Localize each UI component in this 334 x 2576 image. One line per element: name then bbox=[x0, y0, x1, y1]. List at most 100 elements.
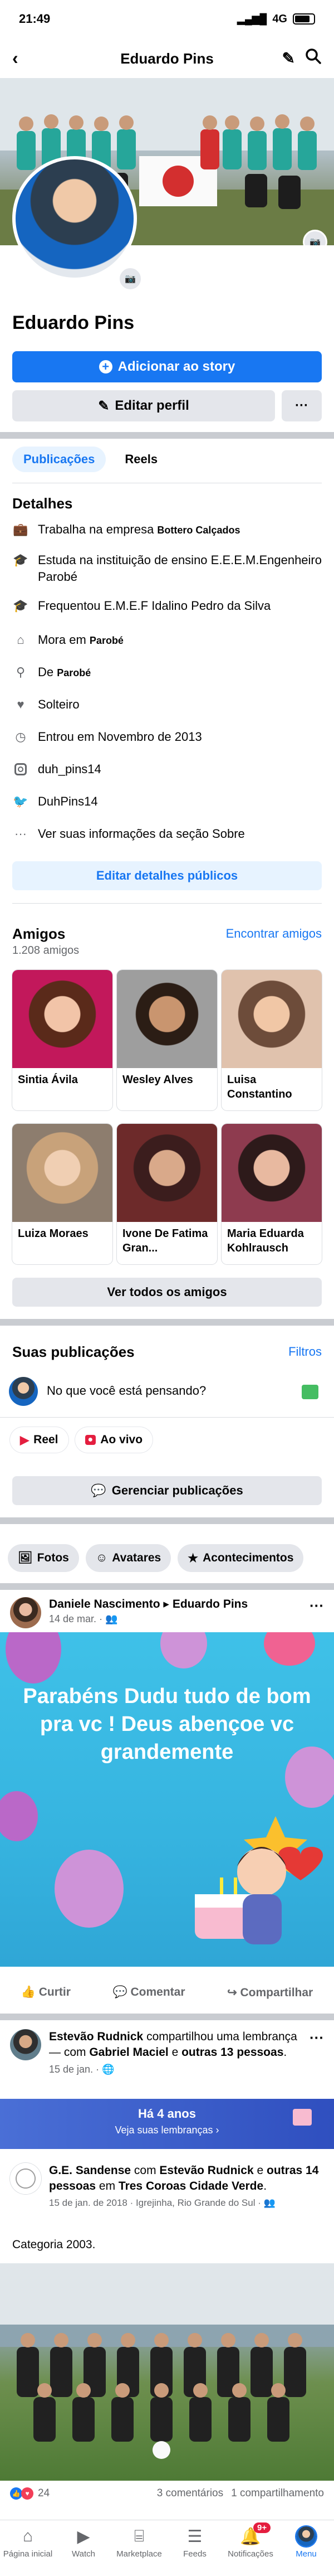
section-divider bbox=[0, 1517, 334, 1524]
status-bar: 21:49 ▂▄▆█ 4G bbox=[0, 0, 334, 38]
like-button[interactable]: 👍 Curtir bbox=[21, 1986, 71, 1999]
comment-button[interactable]: 💬 Comentar bbox=[113, 1986, 185, 1999]
photo-icon: 🖼 bbox=[18, 1551, 33, 1564]
graduation-cap-icon: 🎓 bbox=[13, 599, 28, 613]
chevron-left-icon[interactable]: ‹ bbox=[12, 49, 18, 67]
friend-photo bbox=[222, 970, 322, 1068]
find-friends-link[interactable]: Encontrar amigos bbox=[226, 926, 322, 941]
profile-tabs: Publicações Reels bbox=[12, 446, 169, 473]
friends-privacy-icon: · 👥 bbox=[99, 1613, 118, 1624]
reel-icon: ▶ bbox=[20, 1433, 30, 1447]
tab-reels[interactable]: Reels bbox=[114, 447, 169, 472]
more-options-button[interactable]: ··· bbox=[282, 390, 322, 421]
heart-icon: ♥ bbox=[17, 697, 24, 711]
pencil-icon: ✎ bbox=[98, 398, 110, 414]
post-header: Estevão Rudnick compartilhou uma lembran… bbox=[10, 2029, 324, 2077]
manage-posts-button[interactable]: 💬 Gerenciar publicações bbox=[12, 1476, 322, 1505]
friend-card[interactable]: Sintia Ávila bbox=[12, 970, 112, 1110]
love-reaction-icon: ♥ bbox=[21, 2487, 33, 2500]
composer-input[interactable]: No que você está pensando? bbox=[47, 1384, 206, 1398]
nav-notifications[interactable]: 🔔 9+ Notificações bbox=[225, 2522, 276, 2559]
composer-separator bbox=[0, 1417, 334, 1418]
detail-row-joined: ◷ Entrou em Novembro de 2013 bbox=[12, 729, 324, 745]
location-pin-icon: ⚲ bbox=[16, 665, 26, 679]
page-logo-avatar[interactable] bbox=[10, 2163, 41, 2194]
composer-avatar bbox=[9, 1377, 38, 1406]
photo-icon[interactable] bbox=[302, 1385, 318, 1399]
engagement-counts[interactable]: 3 comentários 1 compartilhamento bbox=[157, 2487, 324, 2500]
message-icon: 💬 bbox=[91, 1483, 106, 1497]
friend-card[interactable]: Wesley Alves bbox=[117, 970, 217, 1110]
comments-count: 3 comentários bbox=[156, 2487, 224, 2499]
post-time: 15 de jan. bbox=[49, 2064, 94, 2075]
profile-name: Eduardo Pins bbox=[12, 312, 135, 333]
nav-home[interactable]: ⌂ Página inicial bbox=[3, 2526, 53, 2559]
nav-marketplace[interactable]: ⌸ Marketplace bbox=[114, 2526, 164, 2559]
friend-card[interactable]: Maria Eduarda Kohlrausch bbox=[222, 1124, 322, 1264]
search-icon[interactable] bbox=[305, 48, 322, 69]
shared-author[interactable]: G.E. Sandense bbox=[49, 2164, 131, 2177]
profile-avatar[interactable] bbox=[12, 156, 137, 281]
post-image-text: Parabéns Dudu tudo de bom pra vc ! Deus … bbox=[23, 1685, 311, 1764]
menu-avatar-icon bbox=[296, 2526, 316, 2547]
nav-watch[interactable]: ▶ Watch bbox=[58, 2526, 109, 2559]
details-title: Detalhes bbox=[12, 495, 73, 512]
home-icon: ⌂ bbox=[17, 633, 24, 647]
section-divider bbox=[0, 1319, 334, 1326]
pencil-icon[interactable]: ✎ bbox=[282, 49, 295, 67]
battery-icon bbox=[293, 13, 315, 25]
reel-button[interactable]: ▶ Reel bbox=[10, 1427, 68, 1453]
globe-icon: · 🌐 bbox=[93, 2064, 115, 2075]
edit-profile-button[interactable]: ✎ Editar perfil bbox=[12, 390, 275, 421]
nav-feeds[interactable]: ☰ Feeds bbox=[170, 2526, 220, 2559]
chip-acontecimentos[interactable]: ★ Acontecimentos bbox=[178, 1544, 304, 1572]
ellipsis-icon: ··· bbox=[295, 398, 308, 413]
friend-card[interactable]: Luiza Moraes bbox=[12, 1124, 112, 1264]
post-more-icon[interactable]: ··· bbox=[310, 1597, 324, 1614]
friends-title: Amigos bbox=[12, 925, 66, 942]
detail-row-from: ⚲ De Parobé bbox=[12, 664, 324, 681]
post-author[interactable]: Daniele Nascimento bbox=[49, 1598, 160, 1610]
chip-fotos[interactable]: 🖼 Fotos bbox=[8, 1544, 79, 1572]
reactions-summary[interactable]: 👍 ♥ 24 bbox=[10, 2487, 50, 2500]
section-separator bbox=[12, 903, 322, 904]
nav-menu[interactable]: Menu bbox=[281, 2526, 331, 2559]
feeds-icon: ☰ bbox=[187, 2527, 203, 2546]
team-photo[interactable] bbox=[0, 2263, 334, 2481]
friend-photo bbox=[12, 970, 112, 1068]
network-label: 4G bbox=[272, 12, 287, 25]
filters-link[interactable]: Filtros bbox=[288, 1345, 322, 1359]
detail-row-about[interactable]: ··· Ver suas informações da seção Sobre bbox=[12, 826, 324, 842]
detail-row-lives: ⌂ Mora em Parobé bbox=[12, 632, 324, 649]
detail-row-instagram[interactable]: duh_pins14 bbox=[12, 761, 324, 778]
header-title: Eduardo Pins bbox=[120, 50, 214, 67]
edit-public-details-button[interactable]: Editar detalhes públicos bbox=[12, 861, 322, 890]
status-time: 21:49 bbox=[19, 12, 51, 26]
memory-thumbnail bbox=[293, 2109, 312, 2126]
caret-right-icon: ▸ bbox=[163, 1598, 173, 1610]
friend-card[interactable]: Luisa Constantino bbox=[222, 970, 322, 1110]
see-all-friends-button[interactable]: Ver todos os amigos bbox=[12, 1278, 322, 1307]
memory-banner[interactable]: Há 4 anos Veja suas lembranças › bbox=[0, 2099, 334, 2149]
author-avatar[interactable] bbox=[10, 2029, 41, 2060]
post-target[interactable]: Eduardo Pins bbox=[173, 1598, 248, 1610]
post-image[interactable]: Parabéns Dudu tudo de bom pra vc ! Deus … bbox=[0, 1632, 334, 1967]
post-author[interactable]: Estevão Rudnick bbox=[49, 2030, 143, 2043]
twitter-icon: 🐦 bbox=[13, 794, 28, 808]
author-avatar[interactable] bbox=[10, 1597, 41, 1628]
detail-row-school: 🎓 Estuda na instituição de ensino E.E.E.… bbox=[13, 553, 322, 584]
friend-card[interactable]: Ivone De Fatima Gran... bbox=[117, 1124, 217, 1264]
chip-avatares[interactable]: ☺ Avatares bbox=[85, 1544, 171, 1572]
share-button[interactable]: ↪ Compartilhar bbox=[227, 1986, 313, 2000]
friend-photo bbox=[222, 1124, 322, 1222]
section-divider bbox=[0, 432, 334, 439]
avatar-camera-icon[interactable]: 📷 bbox=[118, 266, 143, 291]
create-row: ▶ Reel ● Ao vivo bbox=[10, 1427, 153, 1453]
chevron-right-icon: › bbox=[213, 2124, 219, 2136]
tab-publicacoes[interactable]: Publicações bbox=[12, 447, 106, 472]
add-to-story-button[interactable]: + Adicionar ao story bbox=[12, 351, 322, 382]
detail-row-twitter[interactable]: 🐦 DuhPins14 bbox=[12, 793, 324, 810]
post-more-icon[interactable]: ··· bbox=[310, 2029, 324, 2046]
star-icon: ★ bbox=[188, 1551, 199, 1565]
live-button[interactable]: ● Ao vivo bbox=[75, 1427, 153, 1453]
